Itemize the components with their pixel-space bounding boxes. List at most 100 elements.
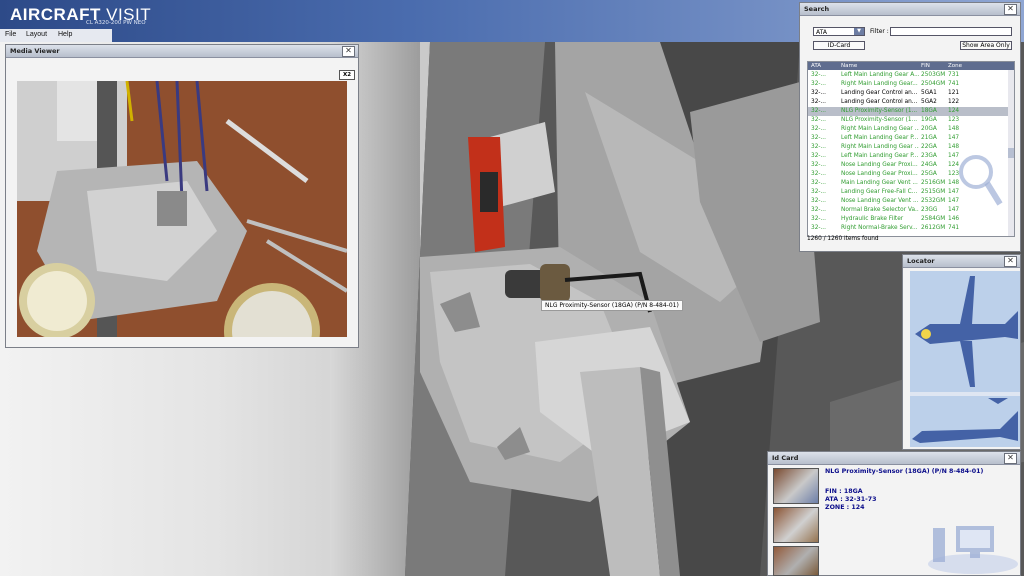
cell-name: Landing Gear Control an... [841, 99, 918, 105]
cell-name: Right Main Landing Gear... [841, 81, 918, 87]
cell-fin: 5GA1 [921, 90, 937, 96]
id-card-window: Id Card ✕ NLG Proximity-Sensor (18GA) (P… [767, 451, 1021, 576]
part-fin: FIN : 18GA [825, 488, 863, 495]
component-tooltip[interactable]: NLG Proximity-Sensor (18GA) (P/N 8-484-0… [541, 300, 683, 311]
table-header: ATA Name FIN Zone [808, 62, 1014, 70]
cell-fin: 2584GM [921, 216, 946, 222]
cell-fin: 25GA [921, 171, 937, 177]
table-row[interactable]: 32-... Right Main Landing Gear... 2504GM 74… [808, 80, 1008, 89]
component-photo [17, 81, 347, 337]
table-row[interactable]: 32-... Right Normal-Brake Serv... 2612GM 74… [808, 224, 1008, 233]
cell-fin: 21GA [921, 135, 937, 141]
cell-zone: 741 [948, 225, 960, 231]
cell-ata: 32-... [811, 144, 826, 150]
cell-name: Nose Landing Gear Vent ... [841, 198, 919, 204]
cell-zone: 741 [948, 81, 960, 87]
close-icon[interactable]: ✕ [1004, 4, 1017, 15]
zoom-x2-button[interactable]: X2 [339, 70, 355, 80]
cell-zone: 124 [948, 108, 960, 114]
results-table: ATA Name FIN Zone 32-... Left Main Landin… [807, 61, 1015, 237]
chevron-down-icon [988, 398, 1008, 404]
cell-fin: 23GG [921, 207, 938, 213]
sort-select[interactable]: ATA ▼ [813, 27, 865, 36]
table-row[interactable]: 32-... Left Main Landing Gear P... 21GA 147 [808, 134, 1008, 143]
part-zone: ZONE : 124 [825, 504, 865, 511]
aircraft-side-view-icon [912, 411, 1018, 443]
column-zone[interactable]: Zone [948, 63, 962, 69]
search-window: Search ✕ ATA ▼ Filter : ID-Card Show Area… [799, 2, 1021, 252]
column-name[interactable]: Name [841, 63, 857, 69]
cell-zone: 146 [948, 216, 960, 222]
table-row[interactable]: 32-... NLG Proximity-Sensor (1... 18GA 124 [808, 107, 1008, 116]
cell-zone: 123 [948, 117, 960, 123]
cell-ata: 32-... [811, 117, 826, 123]
table-row[interactable]: 32-... Landing Gear Control an... 5GA2 122 [808, 98, 1008, 107]
close-icon[interactable]: ✕ [1004, 453, 1017, 464]
cell-ata: 32-... [811, 180, 826, 186]
cell-fin: 18GA [921, 108, 937, 114]
cell-ata: 32-... [811, 216, 826, 222]
cell-name: Landing Gear Control an... [841, 90, 918, 96]
show-area-only-button[interactable]: Show Area Only [960, 41, 1012, 50]
id-card-button[interactable]: ID-Card [813, 41, 865, 50]
cell-name: Left Main Landing Gear P... [841, 135, 919, 141]
cell-ata: 32-... [811, 90, 826, 96]
table-row[interactable]: 32-... Right Main Landing Gear ... 20GA 148 [808, 125, 1008, 134]
cell-zone: 147 [948, 135, 960, 141]
cell-fin: 2515GM [921, 189, 946, 195]
cell-ata: 32-... [811, 189, 826, 195]
cell-name: Left Main Landing Gear A... [841, 72, 919, 78]
photo-thumbnail-2[interactable] [773, 507, 819, 543]
cell-name: Hydraulic Brake Filter [841, 216, 904, 222]
menu-file[interactable]: File [5, 31, 16, 38]
cell-fin: 5GA2 [921, 99, 937, 105]
locator-title: Locator [907, 257, 935, 265]
table-row[interactable]: 32-... Hydraulic Brake Filter 2584GM 146 [808, 215, 1008, 224]
cell-fin: 20GA [921, 126, 937, 132]
cell-zone: 121 [948, 90, 960, 96]
scrollbar-thumb[interactable] [1008, 148, 1014, 158]
cell-ata: 32-... [811, 72, 826, 78]
cell-fin: 22GA [921, 144, 937, 150]
cell-fin: 2612GM [921, 225, 946, 231]
photo-thumbnail-3[interactable] [773, 546, 819, 576]
cell-name: Normal Brake Selector Va... [841, 207, 919, 213]
table-row[interactable]: 32-... Right Main Landing Gear ... 22GA 148 [808, 143, 1008, 152]
close-icon[interactable]: ✕ [342, 46, 355, 57]
cell-name: Landing Gear Free-Fall C... [841, 189, 918, 195]
part-ata: ATA : 32-31-73 [825, 496, 877, 503]
media-viewer-window: Media Viewer ✕ X2 [5, 44, 359, 348]
menu-help[interactable]: Help [58, 31, 72, 38]
photo-thumbnail-1[interactable] [773, 468, 819, 504]
cell-name: NLG Proximity-Sensor (1... [841, 108, 918, 114]
media-viewer-title: Media Viewer [10, 47, 60, 55]
cell-ata: 32-... [811, 135, 826, 141]
locator-panel[interactable] [910, 271, 1020, 447]
cell-ata: 32-... [811, 108, 826, 114]
cell-ata: 32-... [811, 198, 826, 204]
cell-ata: 32-... [811, 171, 826, 177]
cell-ata: 32-... [811, 99, 826, 105]
column-fin[interactable]: FIN [921, 63, 930, 69]
menu-layout[interactable]: Layout [26, 31, 47, 38]
cell-name: Nose Landing Gear Proxi... [841, 171, 918, 177]
id-card-title: Id Card [772, 454, 799, 462]
table-row[interactable]: 32-... Landing Gear Control an... 5GA1 121 [808, 89, 1008, 98]
cell-ata: 32-... [811, 162, 826, 168]
table-row[interactable]: 32-... Left Main Landing Gear A... 2503GM 7… [808, 71, 1008, 80]
cell-ata: 32-... [811, 207, 826, 213]
cell-ata: 32-... [811, 225, 826, 231]
table-row[interactable]: 32-... NLG Proximity-Sensor (1... 19GA 123 [808, 116, 1008, 125]
column-ata[interactable]: ATA [811, 63, 821, 69]
results-scrollbar[interactable] [1008, 70, 1014, 236]
cell-name: NLG Proximity-Sensor (1... [841, 117, 918, 123]
close-icon[interactable]: ✕ [1004, 256, 1017, 267]
filter-input[interactable] [890, 27, 1012, 36]
aircraft-subtitle: CL A320-200 PW NEO [86, 20, 146, 26]
cell-ata: 32-... [811, 153, 826, 159]
cell-fin: 2503GM [921, 72, 946, 78]
cell-zone: 731 [948, 72, 960, 78]
search-title: Search [804, 5, 830, 13]
cell-fin: 2504GM [921, 81, 946, 87]
search-watermark-icon [959, 155, 1003, 206]
